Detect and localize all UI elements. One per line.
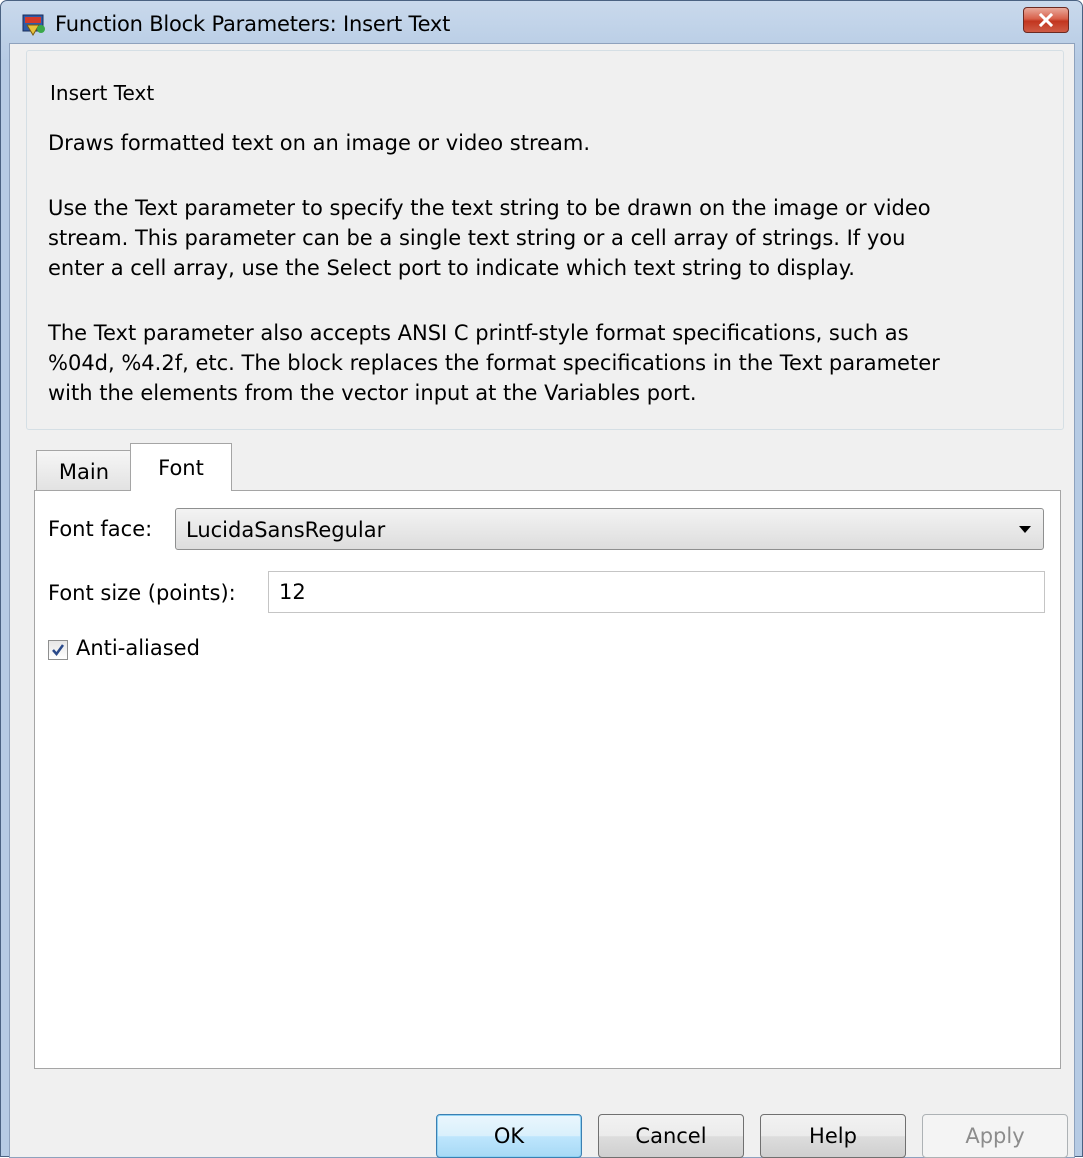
tab-main-label: Main — [58, 459, 110, 484]
description-paragraph-3: The Text parameter also accepts ANSI C p… — [48, 321, 940, 405]
font-face-value: LucidaSansRegular — [186, 518, 386, 542]
apply-button[interactable]: Apply — [922, 1114, 1068, 1158]
description-paragraph-2: Use the Text parameter to specify the te… — [48, 196, 931, 280]
font-face-label: Font face: — [48, 517, 153, 541]
anti-aliased-checkbox[interactable] — [48, 640, 68, 660]
window-title: Function Block Parameters: Insert Text — [55, 12, 451, 36]
close-x-icon — [1038, 13, 1054, 27]
cancel-button[interactable]: Cancel — [598, 1114, 744, 1158]
anti-aliased-label: Anti-aliased — [76, 636, 200, 660]
font-size-field[interactable] — [268, 571, 1045, 613]
chevron-down-icon — [1019, 526, 1031, 533]
help-button[interactable]: Help — [760, 1114, 906, 1158]
group-title: Insert Text — [46, 81, 159, 105]
tab-main[interactable]: Main — [36, 450, 132, 492]
description-paragraph-1: Draws formatted text on an image or vide… — [48, 131, 591, 155]
simulink-block-icon — [22, 14, 45, 36]
tab-font-label: Font — [158, 455, 204, 480]
font-size-label: Font size (points): — [48, 581, 236, 605]
title-bar[interactable]: Function Block Parameters: Insert Text — [1, 1, 1082, 45]
close-button[interactable] — [1023, 7, 1069, 33]
font-size-input[interactable] — [269, 572, 1044, 612]
tab-font[interactable]: Font — [130, 443, 232, 491]
checkmark-icon — [52, 644, 65, 657]
ok-button[interactable]: OK — [436, 1114, 582, 1158]
font-face-dropdown[interactable]: LucidaSansRegular — [175, 508, 1044, 550]
